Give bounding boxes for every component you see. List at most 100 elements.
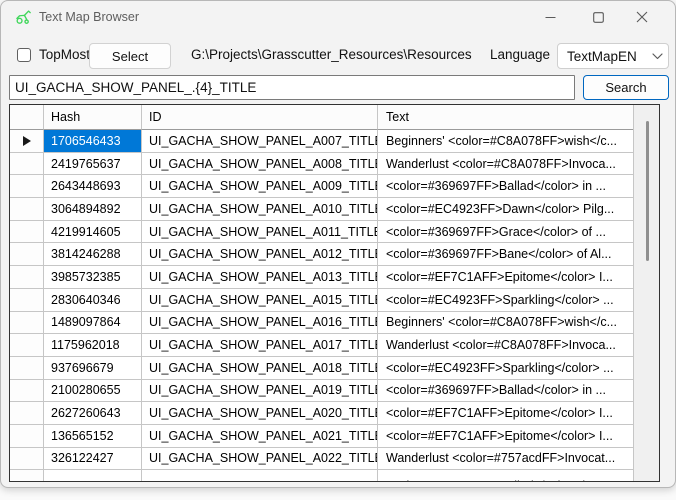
- topmost-checkbox[interactable]: [17, 48, 31, 62]
- grid-cell-id[interactable]: UI_GACHA_SHOW_PANEL_A017_TITLE: [142, 334, 378, 357]
- grid-cell-id[interactable]: UI_GACHA_SHOW_PANEL_A011_TITLE: [142, 221, 378, 244]
- grid-cell-text[interactable]: Wanderlust <color=#C8A078FF>Invoca...: [378, 153, 633, 176]
- search-input[interactable]: [9, 75, 575, 100]
- grid-cell-text[interactable]: Beginners' <color=#C8A078FF>wish</c...: [378, 130, 633, 153]
- table-row: 136565152UI_GACHA_SHOW_PANEL_A021_TITLE<…: [10, 425, 633, 448]
- row-header-cell[interactable]: [10, 334, 44, 357]
- row-header-cell[interactable]: [10, 425, 44, 448]
- grid-cell-hash[interactable]: 2419765637: [44, 153, 142, 176]
- grid-cell-id[interactable]: UI_GACHA_SHOW_PANEL_A018_TITLE: [142, 357, 378, 380]
- grid-cell-hash[interactable]: 2643448693: [44, 175, 142, 198]
- app-window: Text Map Browser TopMost Select G:\Proje…: [0, 0, 676, 488]
- grid-cell-id[interactable]: UI_GACHA_SHOW_PANEL_A007_TITLE: [142, 130, 378, 153]
- grid-cell-hash[interactable]: 4219914605: [44, 221, 142, 244]
- grid-cell-text[interactable]: <color=#EC4923FF>Sparkling</color> ...: [378, 289, 633, 312]
- maximize-icon[interactable]: [575, 1, 621, 33]
- minimize-icon[interactable]: [527, 1, 573, 33]
- grid-cell-id[interactable]: UI_GACHA_SHOW_PANEL_A009_TITLE: [142, 175, 378, 198]
- grid-cell-hash[interactable]: 2100280655: [44, 380, 142, 403]
- grid-cell-text[interactable]: <color=#EF7C1AFF>Epitome</color> I...: [378, 402, 633, 425]
- titlebar[interactable]: Text Map Browser: [1, 1, 675, 33]
- grid-cell-hash[interactable]: 2627260643: [44, 402, 142, 425]
- grid-corner-header: [10, 105, 44, 130]
- grid-cell-text[interactable]: Wanderlust <color=#C8A078FF>Invoca...: [378, 334, 633, 357]
- row-header-cell[interactable]: [10, 153, 44, 176]
- language-combobox[interactable]: TextMapEN: [557, 43, 669, 69]
- grid-cell-id[interactable]: UI_GACHA_SHOW_PANEL_A008_TITLE: [142, 153, 378, 176]
- grid-cell-text[interactable]: Wanderlust <color=#757acdFF>Invocat...: [378, 448, 633, 471]
- grid-partial-row: <color=#369697FF>Ballad</color> in ...: [10, 470, 633, 481]
- textmap-data-grid: Hash ID Text 1706546433UI_GACHA_SHOW_PAN…: [9, 104, 660, 482]
- grid-table: Hash ID Text 1706546433UI_GACHA_SHOW_PAN…: [10, 105, 633, 481]
- row-header-cell[interactable]: [10, 402, 44, 425]
- table-row: 2100280655UI_GACHA_SHOW_PANEL_A019_TITLE…: [10, 380, 633, 403]
- grid-cell-id[interactable]: UI_GACHA_SHOW_PANEL_A022_TITLE: [142, 448, 378, 471]
- row-header-cell[interactable]: [10, 448, 44, 471]
- grasscutter-mower-icon: [14, 8, 32, 26]
- row-header-cell[interactable]: [10, 130, 44, 153]
- grid-rows: 1706546433UI_GACHA_SHOW_PANEL_A007_TITLE…: [10, 130, 633, 470]
- grid-cell-text[interactable]: <color=#369697FF>Ballad</color> in ...: [378, 470, 633, 481]
- table-row: 3814246288UI_GACHA_SHOW_PANEL_A012_TITLE…: [10, 243, 633, 266]
- grid-cell-hash[interactable]: [44, 470, 142, 481]
- table-row: 2627260643UI_GACHA_SHOW_PANEL_A020_TITLE…: [10, 402, 633, 425]
- grid-cell-text[interactable]: <color=#EF7C1AFF>Epitome</color> I...: [378, 425, 633, 448]
- grid-cell-id[interactable]: UI_GACHA_SHOW_PANEL_A016_TITLE: [142, 312, 378, 335]
- grid-cell-text[interactable]: <color=#EC4923FF>Sparkling</color> ...: [378, 357, 633, 380]
- row-header-cell[interactable]: [10, 175, 44, 198]
- grid-cell-hash[interactable]: 136565152: [44, 425, 142, 448]
- row-header-cell[interactable]: [10, 198, 44, 221]
- row-header-cell[interactable]: [10, 470, 44, 481]
- grid-cell-id[interactable]: UI_GACHA_SHOW_PANEL_A015_TITLE: [142, 289, 378, 312]
- grid-cell-id[interactable]: UI_GACHA_SHOW_PANEL_A020_TITLE: [142, 402, 378, 425]
- grid-cell-text[interactable]: <color=#EF7C1AFF>Epitome</color> I...: [378, 266, 633, 289]
- grid-cell-text[interactable]: Beginners' <color=#C8A078FF>wish</c...: [378, 312, 633, 335]
- row-header-cell[interactable]: [10, 312, 44, 335]
- table-row: 1489097864UI_GACHA_SHOW_PANEL_A016_TITLE…: [10, 312, 633, 335]
- grid-cell-id[interactable]: [142, 470, 378, 481]
- table-row: 1175962018UI_GACHA_SHOW_PANEL_A017_TITLE…: [10, 334, 633, 357]
- grid-cell-hash[interactable]: 3064894892: [44, 198, 142, 221]
- table-row: 4219914605UI_GACHA_SHOW_PANEL_A011_TITLE…: [10, 221, 633, 244]
- row-header-cell[interactable]: [10, 266, 44, 289]
- grid-cell-text[interactable]: <color=#369697FF>Bane</color> of Al...: [378, 243, 633, 266]
- grid-header-row: Hash ID Text: [10, 105, 633, 130]
- grid-cell-id[interactable]: UI_GACHA_SHOW_PANEL_A021_TITLE: [142, 425, 378, 448]
- search-button[interactable]: Search: [583, 75, 669, 100]
- row-header-cell[interactable]: [10, 357, 44, 380]
- column-header-hash[interactable]: Hash: [44, 105, 142, 130]
- grid-cell-text[interactable]: <color=#369697FF>Grace</color> of ...: [378, 221, 633, 244]
- resources-path: G:\Projects\Grasscutter_Resources\Resour…: [191, 42, 472, 68]
- grid-cell-id[interactable]: UI_GACHA_SHOW_PANEL_A012_TITLE: [142, 243, 378, 266]
- row-header-cell[interactable]: [10, 243, 44, 266]
- scrollbar-thumb[interactable]: [646, 121, 649, 261]
- grid-cell-hash[interactable]: 1706546433: [44, 130, 142, 153]
- close-icon[interactable]: [619, 1, 665, 33]
- grid-cell-hash[interactable]: 1489097864: [44, 312, 142, 335]
- grid-cell-id[interactable]: UI_GACHA_SHOW_PANEL_A010_TITLE: [142, 198, 378, 221]
- grid-cell-text[interactable]: <color=#369697FF>Ballad</color> in ...: [378, 175, 633, 198]
- column-header-text[interactable]: Text: [378, 105, 633, 130]
- table-row: 3985732385UI_GACHA_SHOW_PANEL_A013_TITLE…: [10, 266, 633, 289]
- grid-cell-text[interactable]: <color=#369697FF>Ballad</color> in ...: [378, 380, 633, 403]
- grid-cell-hash[interactable]: 937696679: [44, 357, 142, 380]
- right-arrow-indicator: [23, 136, 31, 146]
- vertical-scrollbar[interactable]: [633, 105, 659, 481]
- grid-cell-hash[interactable]: 1175962018: [44, 334, 142, 357]
- grid-cell-hash[interactable]: 3985732385: [44, 266, 142, 289]
- column-header-id[interactable]: ID: [142, 105, 378, 130]
- select-button[interactable]: Select: [89, 43, 171, 69]
- grid-cell-hash[interactable]: 326122427: [44, 448, 142, 471]
- grid-cell-hash[interactable]: 3814246288: [44, 243, 142, 266]
- topmost-label[interactable]: TopMost: [39, 42, 90, 68]
- row-header-cell[interactable]: [10, 289, 44, 312]
- grid-cell-id[interactable]: UI_GACHA_SHOW_PANEL_A019_TITLE: [142, 380, 378, 403]
- grid-cell-hash[interactable]: 2830640346: [44, 289, 142, 312]
- table-row: 937696679UI_GACHA_SHOW_PANEL_A018_TITLE<…: [10, 357, 633, 380]
- table-row: 326122427UI_GACHA_SHOW_PANEL_A022_TITLEW…: [10, 448, 633, 471]
- row-header-cell[interactable]: [10, 380, 44, 403]
- row-header-cell[interactable]: [10, 221, 44, 244]
- language-label: Language: [490, 42, 550, 68]
- grid-cell-text[interactable]: <color=#EC4923FF>Dawn</color> Pilg...: [378, 198, 633, 221]
- grid-cell-id[interactable]: UI_GACHA_SHOW_PANEL_A013_TITLE: [142, 266, 378, 289]
